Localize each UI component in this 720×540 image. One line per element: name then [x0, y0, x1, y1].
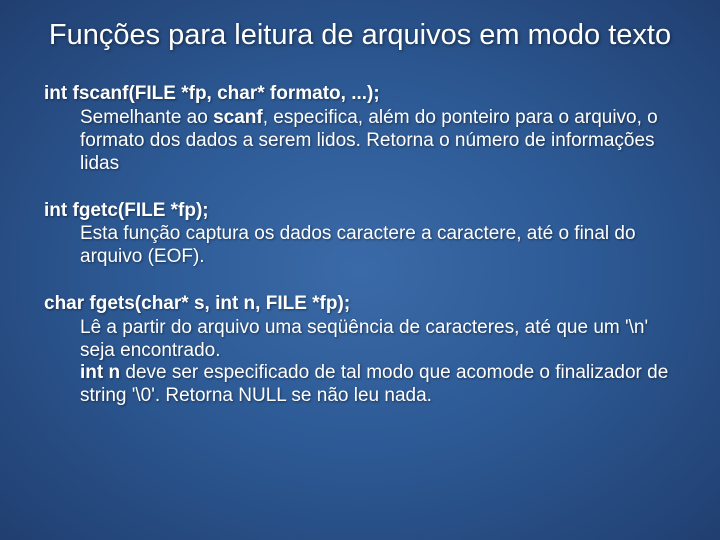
signature-fgetc: int fgetc(FILE *fp);: [44, 200, 676, 223]
desc-text: deve ser especificado de tal modo que ac…: [80, 362, 668, 406]
description-fscanf: Semelhante ao scanf, especifica, além do…: [80, 107, 676, 175]
entry-fgetc: int fgetc(FILE *fp); Esta função captura…: [44, 200, 676, 269]
desc-text: Lê a partir do arquivo uma seqüência de …: [80, 317, 648, 361]
signature-fscanf: int fscanf(FILE *fp, char* formato, ...)…: [44, 83, 676, 106]
desc-bold: scanf: [213, 107, 263, 128]
description-fgets: Lê a partir do arquivo uma seqüência de …: [80, 317, 676, 408]
signature-fgets: char fgets(char* s, int n, FILE *fp);: [44, 293, 676, 316]
desc-bold: int n: [80, 362, 120, 383]
entry-fscanf: int fscanf(FILE *fp, char* formato, ...)…: [44, 83, 676, 175]
slide-title: Funções para leitura de arquivos em modo…: [44, 18, 676, 53]
entry-fgets: char fgets(char* s, int n, FILE *fp); Lê…: [44, 293, 676, 408]
desc-text: Esta função captura os dados caractere a…: [80, 223, 636, 267]
slide: Funções para leitura de arquivos em modo…: [0, 0, 720, 540]
desc-text: Semelhante ao: [80, 107, 213, 128]
description-fgetc: Esta função captura os dados caractere a…: [80, 223, 676, 269]
